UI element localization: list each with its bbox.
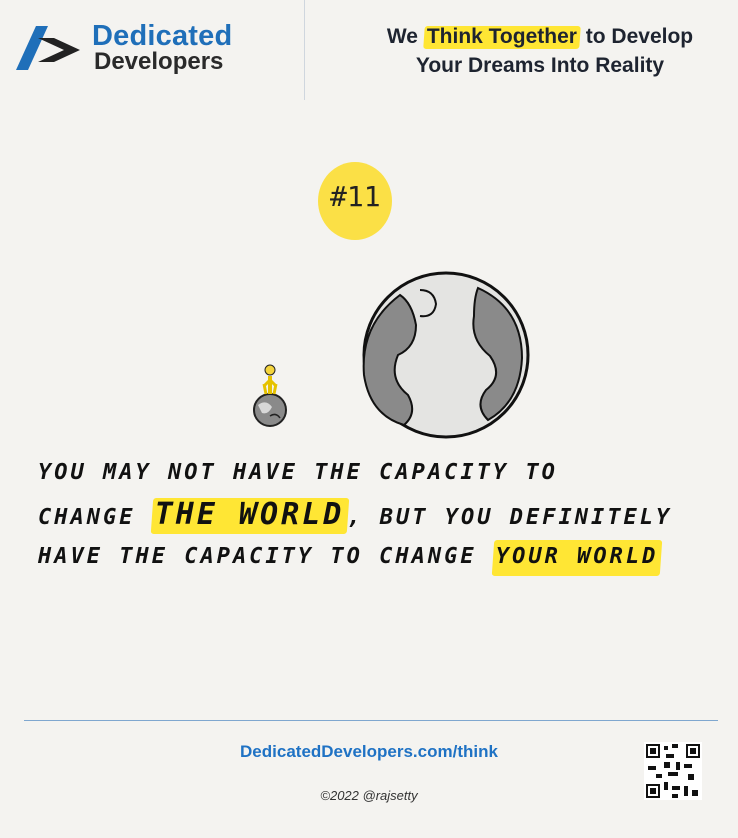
person-on-globe-icon bbox=[253, 364, 287, 427]
number-badge-label: #11 bbox=[330, 180, 381, 213]
tagline-part1: We bbox=[386, 25, 424, 48]
tagline: We Think Together to Develop Your Dreams… bbox=[350, 22, 730, 80]
footer-divider bbox=[24, 720, 718, 721]
tagline-highlight-text: Think Together bbox=[426, 25, 577, 48]
quote-line3-highlight: YOUR WORLD bbox=[493, 536, 661, 578]
tagline-part2: to Develop bbox=[579, 25, 694, 48]
tagline-highlight: Think Together bbox=[424, 22, 580, 51]
quote-line2: CHANGE THE WORLD, BUT YOU DEFINITELY bbox=[38, 494, 718, 536]
tagline-line1: We Think Together to Develop bbox=[350, 22, 730, 51]
quote-line3: HAVE THE CAPACITY TO CHANGE YOUR WORLD bbox=[38, 536, 718, 578]
brand-name-line2: Developers bbox=[94, 48, 224, 75]
header-divider bbox=[304, 0, 305, 100]
quote-line3-pre: HAVE THE CAPACITY TO CHANGE bbox=[38, 544, 493, 569]
copyright: ©2022 @rajsetty bbox=[320, 788, 418, 803]
qr-code-icon[interactable] bbox=[644, 742, 702, 800]
quote-line2-highlight: THE WORLD bbox=[152, 494, 348, 536]
footer-link[interactable]: DedicatedDevelopers.com/think bbox=[0, 742, 738, 762]
quote-line2-pre: CHANGE bbox=[38, 505, 152, 530]
quote-line2-highlight-text: THE WORLD bbox=[154, 497, 345, 532]
tagline-line2: Your Dreams Into Reality bbox=[415, 54, 665, 77]
quote: YOU MAY NOT HAVE THE CAPACITY TO CHANGE … bbox=[38, 452, 718, 578]
illustration bbox=[253, 271, 530, 439]
page: Dedicated Developers We Think Together t… bbox=[0, 0, 738, 838]
large-globe-icon bbox=[362, 271, 530, 439]
quote-line2-post: , BUT YOU DEFINITELY bbox=[347, 505, 673, 530]
quote-line3-highlight-text: YOUR WORLD bbox=[495, 544, 659, 569]
quote-line1: YOU MAY NOT HAVE THE CAPACITY TO bbox=[38, 460, 558, 485]
brand-logo[interactable]: Dedicated Developers bbox=[14, 20, 254, 76]
logo-mark-icon bbox=[16, 26, 80, 70]
